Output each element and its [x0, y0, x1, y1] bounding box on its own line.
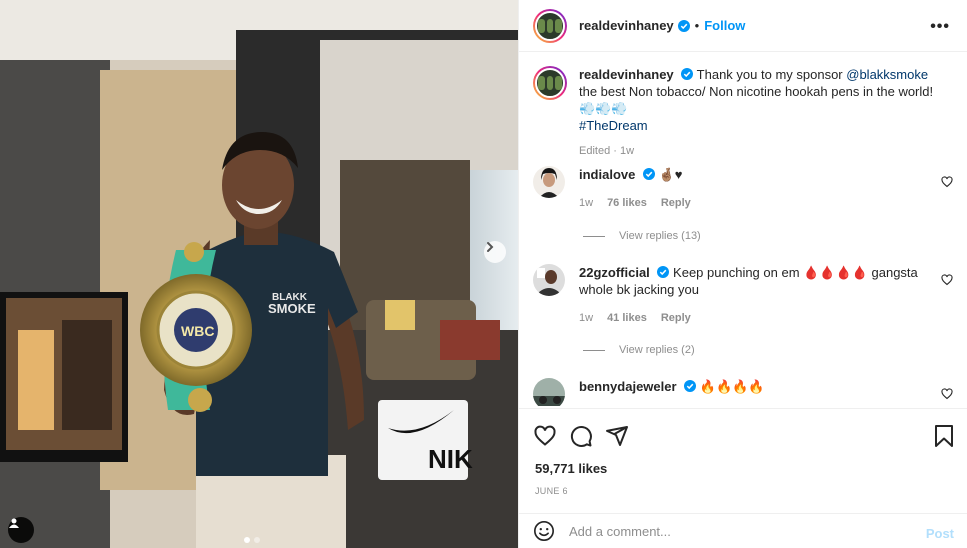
verified-badge-icon	[681, 68, 694, 80]
comment-time: 1w	[579, 197, 594, 209]
comment-item: indialove 🤞🏽♥ 1w 76 likes Reply	[533, 166, 963, 212]
view-replies-button[interactable]: View replies (2)	[583, 344, 695, 356]
carousel-dot-active	[244, 537, 250, 543]
comment-composer: Post	[519, 513, 967, 548]
share-icon[interactable]	[605, 424, 629, 448]
post-media[interactable]: NIK BLAKK SMOKE WBC	[0, 0, 518, 548]
comment-avatar[interactable]	[533, 166, 565, 198]
tagged-users-button[interactable]	[8, 517, 34, 543]
verified-badge-icon	[677, 19, 690, 32]
comment-item: bennydajeweler 🔥🔥🔥🔥	[533, 378, 963, 406]
post-actions: 59,771 likes JUNE 6	[519, 408, 967, 496]
post-dialog: NIK BLAKK SMOKE WBC realdevinhaney • Fol…	[0, 0, 967, 548]
post-header: realdevinhaney • Follow •••	[519, 0, 967, 52]
comment-avatar[interactable]	[533, 378, 565, 406]
post-photo: NIK BLAKK SMOKE WBC	[0, 0, 518, 548]
belt-print: WBC	[181, 323, 214, 339]
comment-reply-button[interactable]: Reply	[661, 310, 691, 327]
comment-reply-button[interactable]: Reply	[661, 195, 691, 212]
comment-like-icon[interactable]	[941, 274, 953, 286]
caption-hashtag-link[interactable]: #TheDream	[579, 118, 648, 133]
comment-likes[interactable]: 76 likes	[607, 195, 647, 212]
verified-badge-icon	[684, 380, 697, 392]
caption-username[interactable]: realdevinhaney	[579, 67, 674, 82]
follow-button[interactable]: Follow	[704, 18, 745, 33]
bag-print: NIK	[428, 444, 473, 474]
caption-mention-link[interactable]: @blakksmoke	[846, 67, 928, 82]
author-username[interactable]: realdevinhaney	[579, 18, 674, 33]
caption-text: Thank you to my sponsor	[696, 67, 847, 82]
comment-like-icon[interactable]	[941, 176, 953, 188]
bookmark-icon[interactable]	[933, 424, 955, 448]
carousel-indicator	[244, 537, 260, 543]
comment-time: 1w	[579, 312, 594, 324]
comment-username[interactable]: bennydajeweler	[579, 379, 677, 394]
caption-text-after: the best Non tobacco/ Non nicotine hooka…	[579, 84, 934, 116]
comment-icon[interactable]	[569, 424, 593, 448]
comment-username[interactable]: indialove	[579, 167, 635, 182]
post-like-count[interactable]: 59,771 likes	[535, 461, 607, 476]
carousel-dot	[254, 537, 260, 543]
user-icon	[9, 518, 19, 528]
more-options-button[interactable]: •••	[930, 18, 950, 36]
comment-username[interactable]: 22gzofficial	[579, 265, 650, 280]
caption-avatar[interactable]	[533, 66, 567, 100]
author-avatar[interactable]	[533, 8, 567, 43]
next-photo-button[interactable]	[484, 241, 506, 263]
post-details-panel: realdevinhaney • Follow ••• realdevinhan…	[518, 0, 967, 548]
chevron-right-icon	[487, 242, 494, 252]
post-caption: realdevinhaney Thank you to my sponsor @…	[533, 66, 953, 160]
comment-like-icon[interactable]	[941, 388, 953, 400]
comment-likes[interactable]: 41 likes	[607, 310, 647, 327]
verified-badge-icon	[642, 168, 655, 180]
comment-item: 22gzofficial Keep punching on em 🩸🩸🩸🩸 ga…	[533, 264, 963, 327]
heart-icon[interactable]	[533, 424, 557, 448]
emoji-icon[interactable]	[533, 520, 555, 542]
header-separator: •	[694, 18, 700, 33]
verified-badge-icon	[657, 266, 670, 278]
comment-input[interactable]	[569, 523, 899, 539]
shirt-print-bottom: SMOKE	[268, 301, 316, 316]
comment-text: 🤞🏽♥	[658, 167, 683, 182]
post-comment-button[interactable]: Post	[926, 526, 954, 541]
comment-text: 🔥🔥🔥🔥	[699, 379, 765, 394]
post-date: JUNE 6	[535, 486, 568, 496]
view-replies-button[interactable]: View replies (13)	[583, 230, 701, 242]
caption-meta: Edited · 1w	[579, 145, 635, 157]
comment-avatar[interactable]	[533, 264, 565, 296]
